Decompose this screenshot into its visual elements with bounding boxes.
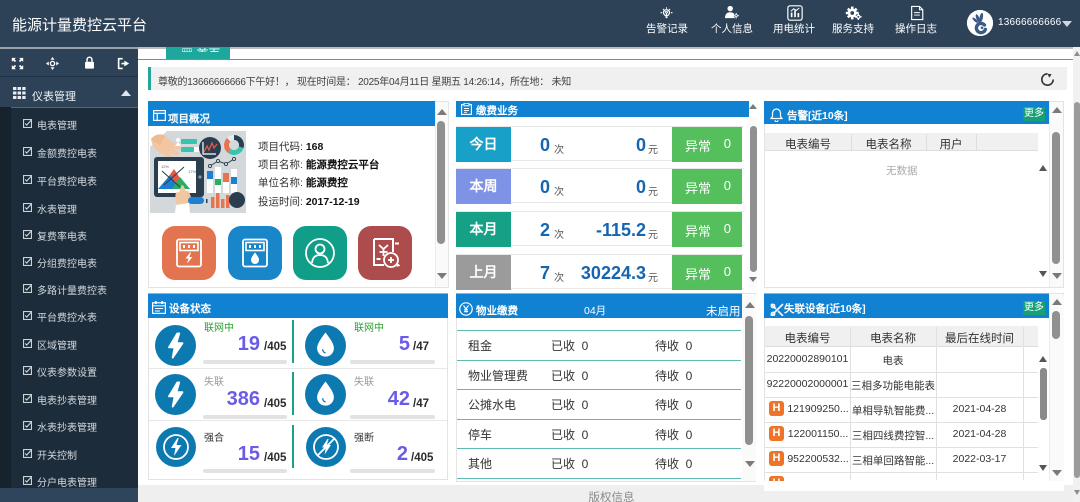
svg-text:17%: 17% — [188, 169, 196, 174]
svg-text:12%: 12% — [161, 164, 169, 169]
